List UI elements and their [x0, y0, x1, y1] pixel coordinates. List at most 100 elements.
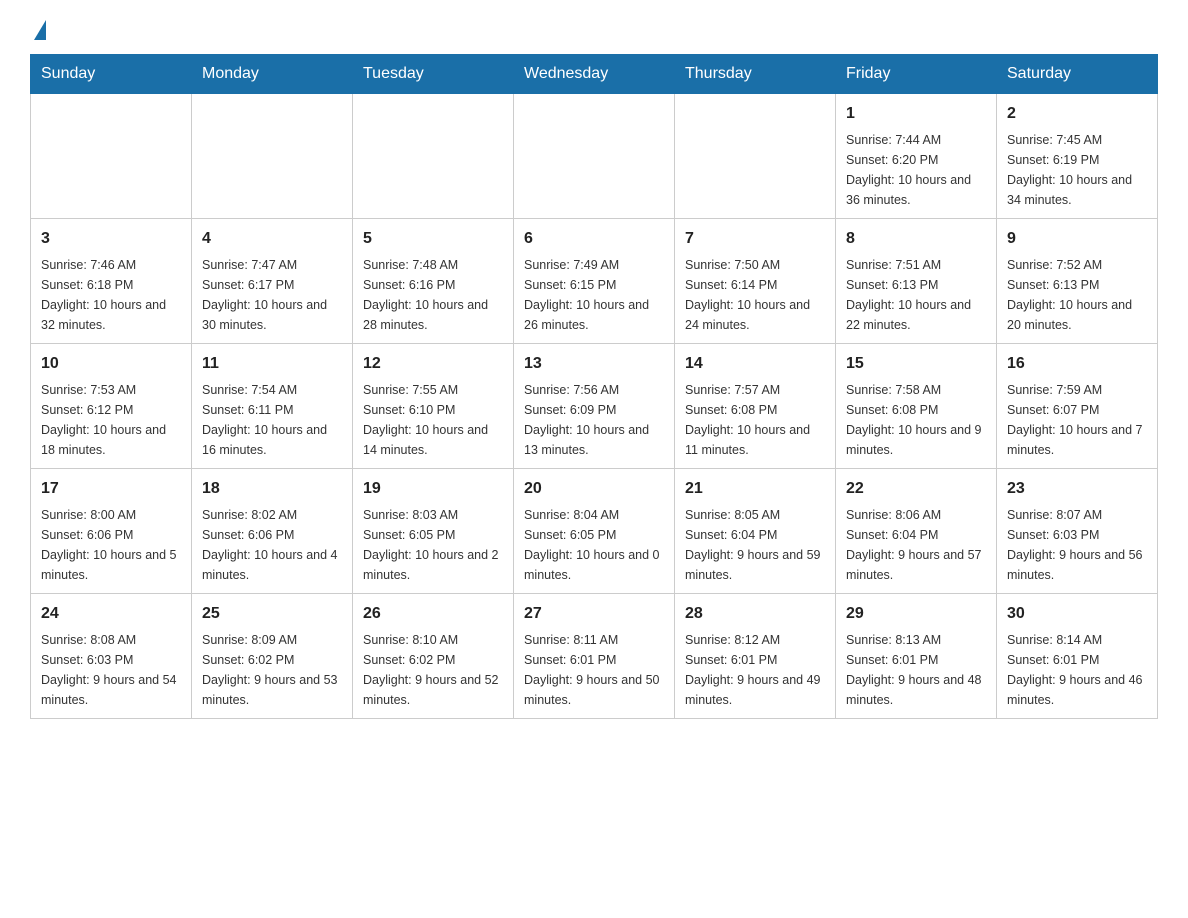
day-number: 6	[524, 227, 664, 251]
calendar-week-row: 24 Sunrise: 8:08 AM Sunset: 6:03 PM Dayli…	[31, 594, 1158, 719]
day-info: Sunrise: 7:45 AM Sunset: 6:19 PM Dayligh…	[1007, 130, 1147, 210]
calendar-cell: 10Sunrise: 7:53 AM Sunset: 6:12 PM Dayli…	[31, 344, 192, 469]
day-info: Sunrise: 7:52 AM Sunset: 6:13 PM Dayligh…	[1007, 255, 1147, 335]
day-number: 26	[363, 602, 503, 626]
day-info: Sunrise: 8:10 AM Sunset: 6:02 PM Dayligh…	[363, 630, 503, 710]
calendar-cell: 21 Sunrise: 8:05 AM Sunset: 6:04 PM Dayli…	[675, 469, 836, 594]
calendar-cell: 20 Sunrise: 8:04 AM Sunset: 6:05 PM Dayli…	[514, 469, 675, 594]
day-number: 9	[1007, 227, 1147, 251]
weekday-header-row: SundayMondayTuesdayWednesdayThursdayFrid…	[31, 55, 1158, 94]
day-info: Sunrise: 8:05 AM Sunset: 6:04 PM Dayligh…	[685, 505, 825, 585]
calendar-cell: 3 Sunrise: 7:46 AM Sunset: 6:18 PM Daylig…	[31, 219, 192, 344]
day-info: Sunrise: 7:56 AM Sunset: 6:09 PM Dayligh…	[524, 380, 664, 460]
day-number: 30	[1007, 602, 1147, 626]
day-number: 8	[846, 227, 986, 251]
weekday-header-sunday: Sunday	[31, 55, 192, 94]
page-header	[30, 20, 1158, 36]
calendar-cell: 30Sunrise: 8:14 AM Sunset: 6:01 PM Dayli…	[997, 594, 1158, 719]
day-info: Sunrise: 8:09 AM Sunset: 6:02 PM Dayligh…	[202, 630, 342, 710]
day-number: 25	[202, 602, 342, 626]
day-info: Sunrise: 7:59 AM Sunset: 6:07 PM Dayligh…	[1007, 380, 1147, 460]
calendar-cell: 24 Sunrise: 8:08 AM Sunset: 6:03 PM Dayli…	[31, 594, 192, 719]
day-number: 24	[41, 602, 181, 626]
calendar-week-row: 3 Sunrise: 7:46 AM Sunset: 6:18 PM Daylig…	[31, 219, 1158, 344]
day-number: 16	[1007, 352, 1147, 376]
logo-triangle-icon	[34, 20, 46, 40]
calendar-cell: 6 Sunrise: 7:49 AM Sunset: 6:15 PM Daylig…	[514, 219, 675, 344]
day-info: Sunrise: 8:06 AM Sunset: 6:04 PM Dayligh…	[846, 505, 986, 585]
day-number: 15	[846, 352, 986, 376]
day-number: 1	[846, 102, 986, 126]
day-info: Sunrise: 7:55 AM Sunset: 6:10 PM Dayligh…	[363, 380, 503, 460]
calendar-cell: 26 Sunrise: 8:10 AM Sunset: 6:02 PM Dayli…	[353, 594, 514, 719]
day-number: 14	[685, 352, 825, 376]
calendar-cell	[353, 94, 514, 219]
day-info: Sunrise: 7:46 AM Sunset: 6:18 PM Dayligh…	[41, 255, 181, 335]
calendar-cell: 12 Sunrise: 7:55 AM Sunset: 6:10 PM Dayli…	[353, 344, 514, 469]
day-number: 11	[202, 352, 342, 376]
day-number: 3	[41, 227, 181, 251]
calendar-cell: 27 Sunrise: 8:11 AM Sunset: 6:01 PM Dayli…	[514, 594, 675, 719]
calendar-week-row: 1 Sunrise: 7:44 AM Sunset: 6:20 PM Daylig…	[31, 94, 1158, 219]
day-number: 21	[685, 477, 825, 501]
day-number: 28	[685, 602, 825, 626]
calendar-cell: 19 Sunrise: 8:03 AM Sunset: 6:05 PM Dayli…	[353, 469, 514, 594]
weekday-header-monday: Monday	[192, 55, 353, 94]
day-number: 7	[685, 227, 825, 251]
day-number: 27	[524, 602, 664, 626]
day-info: Sunrise: 7:47 AM Sunset: 6:17 PM Dayligh…	[202, 255, 342, 335]
day-number: 12	[363, 352, 503, 376]
day-number: 19	[363, 477, 503, 501]
calendar-cell: 29 Sunrise: 8:13 AM Sunset: 6:01 PM Dayli…	[836, 594, 997, 719]
calendar-cell	[514, 94, 675, 219]
day-info: Sunrise: 7:53 AM Sunset: 6:12 PM Dayligh…	[41, 380, 181, 460]
day-number: 2	[1007, 102, 1147, 126]
calendar-cell: 1 Sunrise: 7:44 AM Sunset: 6:20 PM Daylig…	[836, 94, 997, 219]
day-number: 5	[363, 227, 503, 251]
weekday-header-saturday: Saturday	[997, 55, 1158, 94]
day-info: Sunrise: 8:11 AM Sunset: 6:01 PM Dayligh…	[524, 630, 664, 710]
calendar-cell: 7 Sunrise: 7:50 AM Sunset: 6:14 PM Daylig…	[675, 219, 836, 344]
calendar-cell	[675, 94, 836, 219]
calendar-table: SundayMondayTuesdayWednesdayThursdayFrid…	[30, 54, 1158, 719]
day-number: 17	[41, 477, 181, 501]
calendar-cell: 22Sunrise: 8:06 AM Sunset: 6:04 PM Dayli…	[836, 469, 997, 594]
day-info: Sunrise: 7:48 AM Sunset: 6:16 PM Dayligh…	[363, 255, 503, 335]
calendar-cell: 13 Sunrise: 7:56 AM Sunset: 6:09 PM Dayli…	[514, 344, 675, 469]
calendar-cell: 8 Sunrise: 7:51 AM Sunset: 6:13 PM Daylig…	[836, 219, 997, 344]
day-info: Sunrise: 8:04 AM Sunset: 6:05 PM Dayligh…	[524, 505, 664, 585]
calendar-cell	[192, 94, 353, 219]
day-number: 20	[524, 477, 664, 501]
calendar-cell: 15Sunrise: 7:58 AM Sunset: 6:08 PM Dayli…	[836, 344, 997, 469]
day-info: Sunrise: 8:08 AM Sunset: 6:03 PM Dayligh…	[41, 630, 181, 710]
weekday-header-wednesday: Wednesday	[514, 55, 675, 94]
calendar-cell: 17 Sunrise: 8:00 AM Sunset: 6:06 PM Dayli…	[31, 469, 192, 594]
day-info: Sunrise: 7:54 AM Sunset: 6:11 PM Dayligh…	[202, 380, 342, 460]
day-info: Sunrise: 7:50 AM Sunset: 6:14 PM Dayligh…	[685, 255, 825, 335]
calendar-cell: 4Sunrise: 7:47 AM Sunset: 6:17 PM Daylig…	[192, 219, 353, 344]
calendar-cell: 18Sunrise: 8:02 AM Sunset: 6:06 PM Dayli…	[192, 469, 353, 594]
calendar-cell: 9 Sunrise: 7:52 AM Sunset: 6:13 PM Daylig…	[997, 219, 1158, 344]
day-info: Sunrise: 8:12 AM Sunset: 6:01 PM Dayligh…	[685, 630, 825, 710]
calendar-cell: 28 Sunrise: 8:12 AM Sunset: 6:01 PM Dayli…	[675, 594, 836, 719]
day-info: Sunrise: 8:13 AM Sunset: 6:01 PM Dayligh…	[846, 630, 986, 710]
day-info: Sunrise: 8:00 AM Sunset: 6:06 PM Dayligh…	[41, 505, 181, 585]
calendar-cell	[31, 94, 192, 219]
day-info: Sunrise: 7:44 AM Sunset: 6:20 PM Dayligh…	[846, 130, 986, 210]
day-number: 18	[202, 477, 342, 501]
day-info: Sunrise: 7:49 AM Sunset: 6:15 PM Dayligh…	[524, 255, 664, 335]
day-info: Sunrise: 7:51 AM Sunset: 6:13 PM Dayligh…	[846, 255, 986, 335]
day-number: 13	[524, 352, 664, 376]
calendar-cell: 14 Sunrise: 7:57 AM Sunset: 6:08 PM Dayli…	[675, 344, 836, 469]
calendar-cell: 5 Sunrise: 7:48 AM Sunset: 6:16 PM Daylig…	[353, 219, 514, 344]
day-number: 23	[1007, 477, 1147, 501]
day-info: Sunrise: 8:03 AM Sunset: 6:05 PM Dayligh…	[363, 505, 503, 585]
calendar-cell: 25 Sunrise: 8:09 AM Sunset: 6:02 PM Dayli…	[192, 594, 353, 719]
calendar-cell: 11 Sunrise: 7:54 AM Sunset: 6:11 PM Dayli…	[192, 344, 353, 469]
day-number: 29	[846, 602, 986, 626]
weekday-header-friday: Friday	[836, 55, 997, 94]
day-info: Sunrise: 7:57 AM Sunset: 6:08 PM Dayligh…	[685, 380, 825, 460]
calendar-cell: 2 Sunrise: 7:45 AM Sunset: 6:19 PM Daylig…	[997, 94, 1158, 219]
calendar-week-row: 17 Sunrise: 8:00 AM Sunset: 6:06 PM Dayli…	[31, 469, 1158, 594]
calendar-week-row: 10Sunrise: 7:53 AM Sunset: 6:12 PM Dayli…	[31, 344, 1158, 469]
